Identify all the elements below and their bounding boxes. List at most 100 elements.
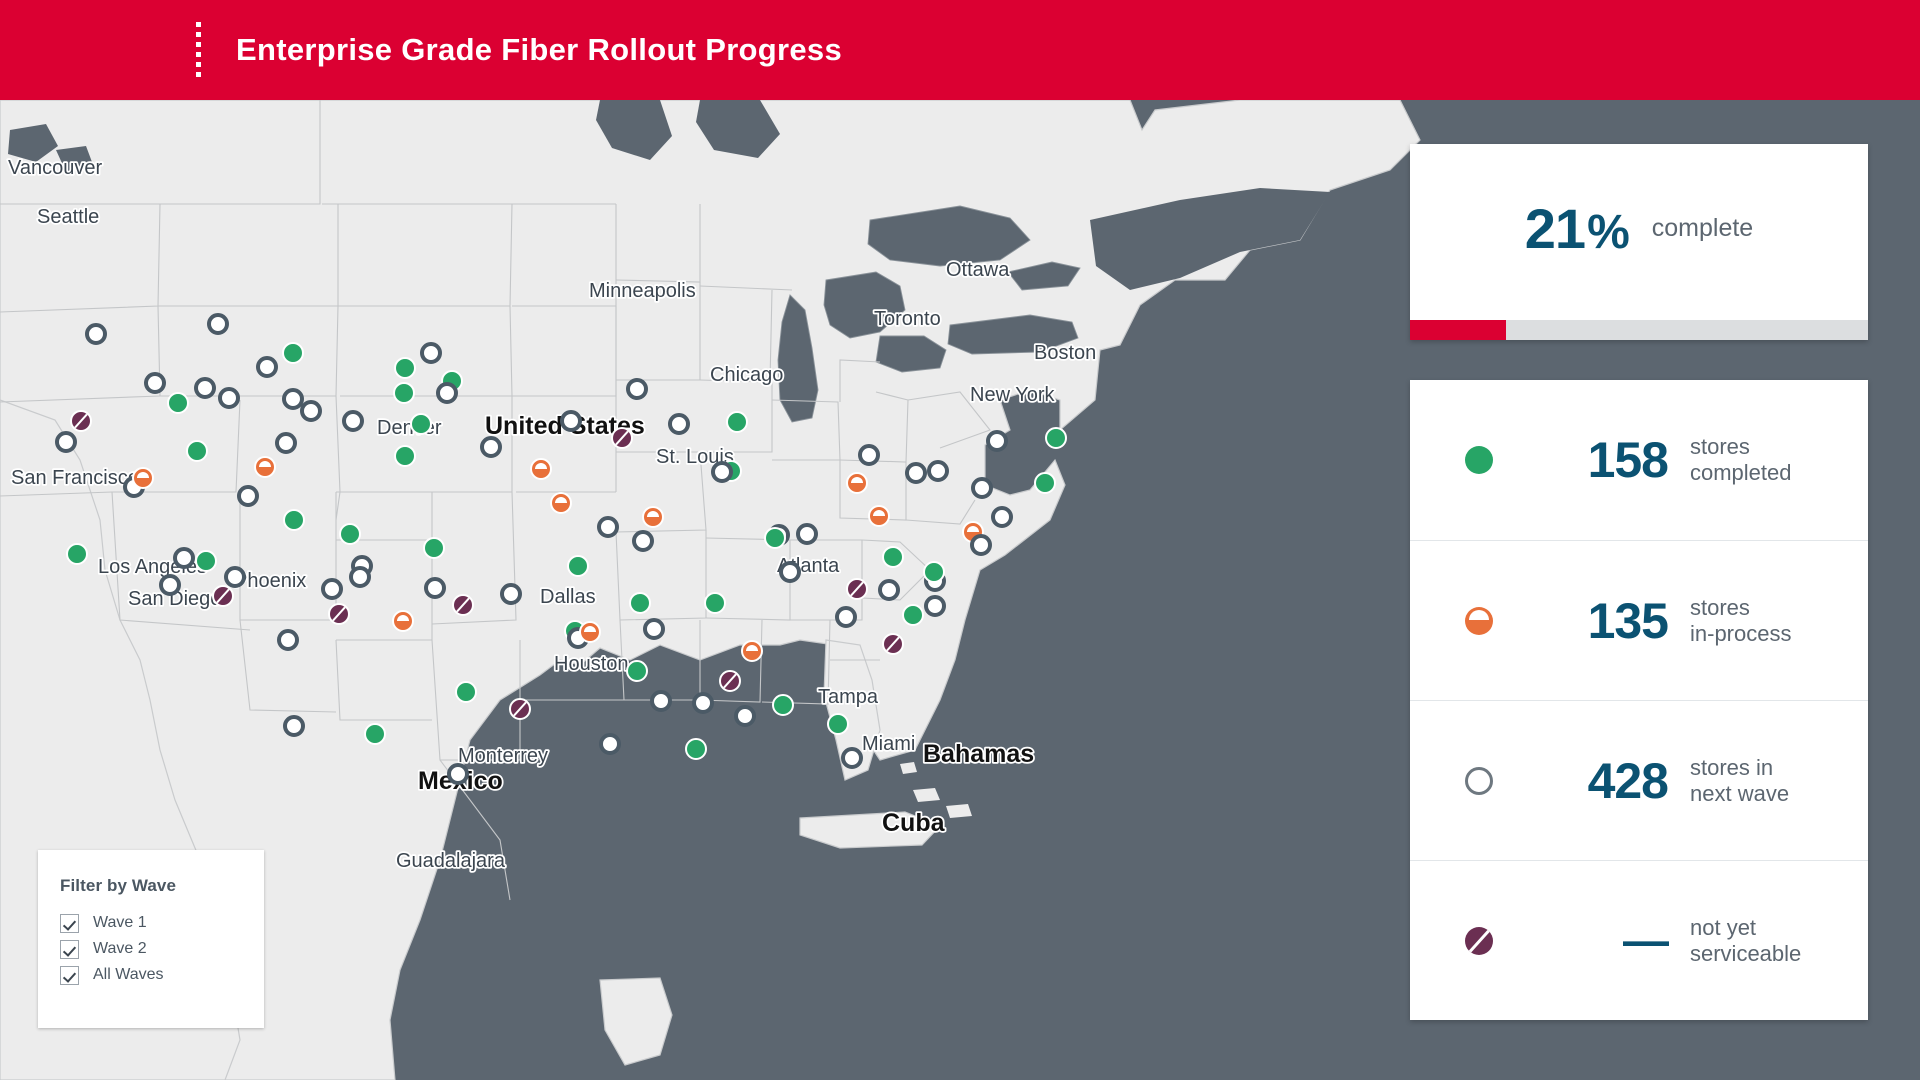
store-completed-marker[interactable]: [364, 723, 386, 745]
store-in-process-marker[interactable]: [846, 472, 868, 494]
store-next-wave-marker[interactable]: [424, 577, 446, 599]
store-completed-marker[interactable]: [423, 537, 445, 559]
store-next-wave-marker[interactable]: [905, 462, 927, 484]
wave-filter-panel[interactable]: Filter by Wave Wave 1 Wave 2 All Waves: [38, 850, 264, 1028]
store-next-wave-marker[interactable]: [256, 356, 278, 378]
store-next-wave-marker[interactable]: [841, 747, 863, 769]
store-not-serviceable-marker[interactable]: [611, 427, 633, 449]
store-in-process-marker[interactable]: [868, 505, 890, 527]
store-completed-marker[interactable]: [772, 694, 794, 716]
store-completed-marker[interactable]: [195, 550, 217, 572]
store-next-wave-marker[interactable]: [599, 733, 621, 755]
store-in-process-marker[interactable]: [642, 506, 664, 528]
store-completed-marker[interactable]: [629, 592, 651, 614]
store-completed-marker[interactable]: [882, 546, 904, 568]
store-next-wave-marker[interactable]: [560, 410, 582, 432]
store-completed-marker[interactable]: [567, 555, 589, 577]
store-completed-marker[interactable]: [167, 392, 189, 414]
store-completed-marker[interactable]: [1045, 427, 1067, 449]
store-next-wave-marker[interactable]: [173, 547, 195, 569]
store-next-wave-marker[interactable]: [349, 566, 371, 588]
store-completed-marker[interactable]: [685, 738, 707, 760]
store-not-serviceable-marker[interactable]: [882, 633, 904, 655]
store-next-wave-marker[interactable]: [692, 692, 714, 714]
store-in-process-marker[interactable]: [550, 492, 572, 514]
store-in-process-marker[interactable]: [579, 621, 601, 643]
store-next-wave-marker[interactable]: [218, 387, 240, 409]
store-next-wave-marker[interactable]: [55, 431, 77, 453]
store-next-wave-marker[interactable]: [650, 690, 672, 712]
store-completed-marker[interactable]: [410, 413, 432, 435]
store-completed-marker[interactable]: [393, 382, 415, 404]
store-next-wave-marker[interactable]: [779, 561, 801, 583]
checkbox-checked-icon[interactable]: [60, 939, 79, 959]
store-completed-marker[interactable]: [394, 445, 416, 467]
store-in-process-marker[interactable]: [254, 456, 276, 478]
store-next-wave-marker[interactable]: [480, 436, 502, 458]
store-completed-marker[interactable]: [455, 681, 477, 703]
store-next-wave-marker[interactable]: [85, 323, 107, 345]
store-not-serviceable-marker[interactable]: [509, 698, 531, 720]
store-completed-marker[interactable]: [726, 411, 748, 433]
store-in-process-marker[interactable]: [392, 610, 414, 632]
store-completed-marker[interactable]: [827, 713, 849, 735]
store-completed-marker[interactable]: [902, 604, 924, 626]
store-next-wave-marker[interactable]: [858, 444, 880, 466]
store-next-wave-marker[interactable]: [282, 388, 304, 410]
store-not-serviceable-marker[interactable]: [70, 410, 92, 432]
filter-item-all-waves[interactable]: All Waves: [60, 964, 164, 986]
store-in-process-marker[interactable]: [132, 467, 154, 489]
store-completed-marker[interactable]: [764, 527, 786, 549]
store-next-wave-marker[interactable]: [835, 606, 857, 628]
store-next-wave-marker[interactable]: [194, 377, 216, 399]
store-not-serviceable-marker[interactable]: [452, 594, 474, 616]
store-next-wave-marker[interactable]: [971, 477, 993, 499]
store-completed-marker[interactable]: [626, 660, 648, 682]
store-completed-marker[interactable]: [394, 357, 416, 379]
store-next-wave-marker[interactable]: [159, 574, 181, 596]
store-next-wave-marker[interactable]: [991, 506, 1013, 528]
store-next-wave-marker[interactable]: [300, 400, 322, 422]
store-next-wave-marker[interactable]: [626, 378, 648, 400]
store-not-serviceable-marker[interactable]: [846, 578, 868, 600]
store-next-wave-marker[interactable]: [986, 430, 1008, 452]
store-next-wave-marker[interactable]: [597, 516, 619, 538]
store-next-wave-marker[interactable]: [144, 372, 166, 394]
store-not-serviceable-marker[interactable]: [212, 585, 234, 607]
store-next-wave-marker[interactable]: [927, 460, 949, 482]
store-next-wave-marker[interactable]: [668, 413, 690, 435]
filter-item-wave-1[interactable]: Wave 1: [60, 912, 147, 934]
store-next-wave-marker[interactable]: [436, 382, 458, 404]
store-next-wave-marker[interactable]: [711, 461, 733, 483]
store-next-wave-marker[interactable]: [277, 629, 299, 651]
store-next-wave-marker[interactable]: [632, 530, 654, 552]
filter-item-wave-2[interactable]: Wave 2: [60, 938, 147, 960]
store-next-wave-marker[interactable]: [500, 583, 522, 605]
store-next-wave-marker[interactable]: [342, 410, 364, 432]
store-next-wave-marker[interactable]: [321, 578, 343, 600]
store-completed-marker[interactable]: [282, 342, 304, 364]
store-next-wave-marker[interactable]: [420, 342, 442, 364]
store-next-wave-marker[interactable]: [237, 485, 259, 507]
store-not-serviceable-marker[interactable]: [328, 603, 350, 625]
store-next-wave-marker[interactable]: [207, 313, 229, 335]
store-completed-marker[interactable]: [283, 509, 305, 531]
store-completed-marker[interactable]: [1034, 472, 1056, 494]
store-not-serviceable-marker[interactable]: [719, 670, 741, 692]
store-next-wave-marker[interactable]: [734, 705, 756, 727]
store-next-wave-marker[interactable]: [283, 715, 305, 737]
store-next-wave-marker[interactable]: [447, 763, 469, 785]
checkbox-checked-icon[interactable]: [60, 913, 79, 933]
store-in-process-marker[interactable]: [530, 458, 552, 480]
store-next-wave-marker[interactable]: [224, 566, 246, 588]
store-completed-marker[interactable]: [66, 543, 88, 565]
checkbox-checked-icon[interactable]: [60, 965, 79, 985]
store-completed-marker[interactable]: [923, 561, 945, 583]
store-completed-marker[interactable]: [704, 592, 726, 614]
store-next-wave-marker[interactable]: [796, 523, 818, 545]
store-next-wave-marker[interactable]: [643, 618, 665, 640]
store-next-wave-marker[interactable]: [275, 432, 297, 454]
store-next-wave-marker[interactable]: [878, 579, 900, 601]
store-next-wave-marker[interactable]: [970, 534, 992, 556]
store-completed-marker[interactable]: [186, 440, 208, 462]
